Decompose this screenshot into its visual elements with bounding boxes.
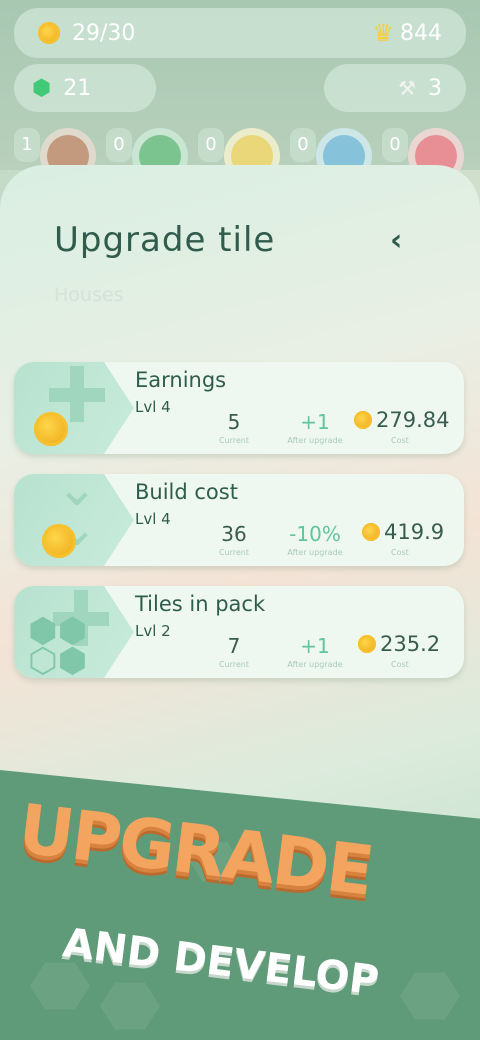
coin-icon [358, 635, 376, 653]
coin-icon [38, 22, 60, 44]
plus-icon-bar [49, 388, 105, 402]
after-upgrade-value: -10% After upgrade [287, 522, 343, 557]
hammer-icon: ⚒ [398, 76, 416, 100]
crowns-value: 844 [400, 20, 442, 46]
coin-icon [362, 523, 380, 541]
cost-label: Cost [391, 548, 409, 557]
panel-title: Upgrade tile [54, 220, 276, 260]
tiles-counter[interactable]: 29/30 ♛ 844 [14, 8, 466, 58]
coin-icon [354, 411, 372, 429]
upgrade-level: Lvl 4 [135, 398, 171, 416]
upgrade-name: Tiles in pack [135, 592, 266, 616]
upgrade-level: Lvl 2 [135, 622, 171, 640]
crown-icon: ♛ [372, 19, 394, 47]
coin-icon [42, 524, 76, 558]
cost-value: 279.84 [376, 408, 450, 432]
upgrade-cost-button[interactable]: 279.84 [354, 408, 449, 432]
gems-value: 21 [63, 75, 92, 101]
tile-type-label: Houses [54, 284, 124, 306]
current-value: 36 Current [218, 522, 250, 557]
sector-count: 0 [106, 128, 132, 162]
cost-value: 419.9 [384, 520, 445, 544]
gems-counter[interactable]: ⬢ 21 [14, 64, 156, 112]
coin-icon [34, 412, 68, 446]
upgrade-card-tiles-in-pack[interactable]: ⬢⬢ ⬡⬢ Tiles in pack Lvl 2 7 Current +1 Af… [14, 586, 464, 678]
cost-label: Cost [391, 660, 409, 669]
sector-count: 0 [290, 128, 316, 162]
tools-counter[interactable]: ⚒ 3 [324, 64, 466, 112]
back-chevron-icon[interactable]: ‹ [390, 226, 414, 256]
upgrade-cost-button[interactable]: 419.9 [362, 520, 444, 544]
sector-count: 1 [14, 128, 40, 162]
upgrade-name: Build cost [135, 480, 238, 504]
upgrade-card-build-cost[interactable]: ⌄ ⌄ Build cost Lvl 4 36 Current -10% Afte… [14, 474, 464, 566]
upgrade-cost-button[interactable]: 235.2 [358, 632, 440, 656]
tiles-value: 29/30 [72, 20, 136, 46]
hexagon-decoration [100, 982, 160, 1030]
hexagon-tiles-icon: ⬢⬢ ⬡⬢ [28, 611, 88, 678]
current-value: 5 Current [218, 410, 250, 445]
upgrade-card-earnings[interactable]: Earnings Lvl 4 5 Current +1 After upgrad… [14, 362, 464, 454]
upgrade-name: Earnings [135, 368, 227, 392]
cost-value: 235.2 [380, 632, 441, 656]
cost-label: Cost [391, 436, 409, 445]
sector-count: 0 [198, 128, 224, 162]
current-value: 7 Current [218, 634, 250, 669]
gem-icon: ⬢ [32, 75, 52, 101]
after-upgrade-value: +1 After upgrade [287, 634, 343, 669]
after-upgrade-value: +1 After upgrade [287, 410, 343, 445]
tools-value: 3 [428, 75, 442, 101]
upgrade-level: Lvl 4 [135, 510, 171, 528]
sector-count: 0 [382, 128, 408, 162]
